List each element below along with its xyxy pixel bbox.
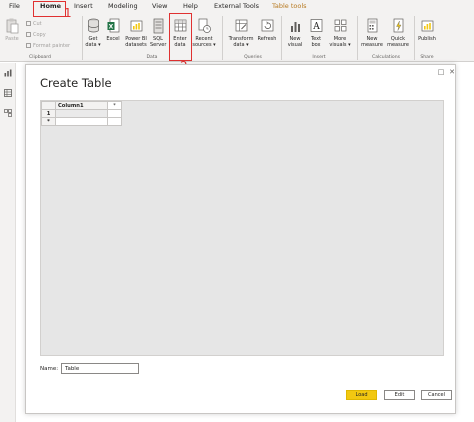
table-cell bbox=[107, 109, 122, 118]
group-label-clipboard: Clipboard bbox=[29, 55, 51, 60]
paste-button[interactable]: Paste bbox=[3, 18, 21, 42]
excel-button[interactable]: X Excel bbox=[104, 18, 122, 42]
add-column-button[interactable]: * bbox=[107, 101, 122, 110]
quick-measure-icon bbox=[393, 18, 403, 33]
menu-view[interactable]: View bbox=[152, 2, 167, 10]
create-table-dialog: □ ✕ Create Table Column1 * 1 * Name: Loa… bbox=[25, 64, 456, 414]
row-header: 1 bbox=[41, 109, 56, 118]
menu-file[interactable]: File bbox=[9, 2, 20, 10]
group-label-data: Data bbox=[146, 55, 158, 60]
add-row-button[interactable]: * bbox=[41, 117, 56, 126]
more-visuals-button[interactable]: More visuals ▾ bbox=[327, 18, 353, 48]
group-label-queries: Queries bbox=[244, 55, 262, 60]
table-corner bbox=[41, 101, 56, 110]
column-header[interactable]: Column1 bbox=[55, 101, 108, 110]
quick-measure-button[interactable]: Quick measure bbox=[386, 18, 410, 48]
model-view-icon[interactable] bbox=[4, 109, 12, 117]
group-separator bbox=[281, 16, 282, 60]
cancel-button[interactable]: Cancel bbox=[421, 390, 452, 400]
data-entry-grid: Column1 * 1 * bbox=[40, 100, 444, 356]
menu-external-tools[interactable]: External Tools bbox=[214, 2, 259, 10]
cut-icon bbox=[26, 21, 31, 26]
new-visual-button[interactable]: New visual bbox=[285, 18, 305, 48]
database-icon bbox=[87, 18, 99, 33]
format-painter-button[interactable]: Format painter bbox=[26, 43, 70, 49]
svg-text:X: X bbox=[108, 24, 113, 31]
load-button[interactable]: Load bbox=[346, 390, 377, 400]
close-button[interactable]: ✕ bbox=[447, 68, 457, 76]
publish-button[interactable]: Publish bbox=[416, 18, 438, 42]
table-cell[interactable] bbox=[55, 109, 108, 118]
copy-button[interactable]: Copy bbox=[26, 32, 46, 38]
more-visuals-icon bbox=[334, 19, 346, 32]
group-separator bbox=[222, 16, 223, 60]
new-measure-button[interactable]: New measure bbox=[360, 18, 384, 48]
get-data-button[interactable]: Get data ▾ bbox=[84, 18, 102, 48]
power-bi-datasets-icon bbox=[130, 20, 142, 32]
svg-text:A: A bbox=[312, 22, 320, 32]
group-separator bbox=[357, 16, 358, 60]
copy-icon bbox=[26, 32, 31, 37]
annotation-number-one: 1 bbox=[64, 6, 72, 20]
publish-icon bbox=[421, 20, 433, 32]
cut-button[interactable]: Cut bbox=[26, 21, 42, 27]
recent-sources-button[interactable]: Recent sources ▾ bbox=[191, 18, 217, 48]
table-cell bbox=[107, 117, 122, 126]
transform-data-button[interactable]: Transform data ▾ bbox=[226, 18, 256, 48]
group-separator bbox=[414, 16, 415, 60]
menu-modeling[interactable]: Modeling bbox=[108, 2, 138, 10]
refresh-icon bbox=[261, 19, 273, 32]
group-label-calculations: Calculations bbox=[371, 55, 401, 60]
paste-icon bbox=[6, 18, 18, 34]
group-label-insert: Insert bbox=[312, 55, 326, 60]
menu-insert[interactable]: Insert bbox=[74, 2, 93, 10]
maximize-button[interactable]: □ bbox=[436, 68, 446, 76]
annotation-box-home bbox=[33, 1, 66, 17]
group-label-share: Share bbox=[420, 55, 434, 60]
edit-button[interactable]: Edit bbox=[384, 390, 415, 400]
report-view-icon[interactable] bbox=[4, 69, 12, 77]
table-name-input[interactable] bbox=[61, 363, 139, 374]
format-painter-icon bbox=[26, 43, 31, 48]
name-label: Name: bbox=[40, 366, 59, 372]
view-rail bbox=[0, 63, 16, 422]
menu-table-tools[interactable]: Table tools bbox=[272, 2, 307, 10]
menu-help[interactable]: Help bbox=[183, 2, 198, 10]
text-box-button[interactable]: A Text box bbox=[307, 18, 325, 48]
transform-data-icon bbox=[235, 19, 247, 32]
power-bi-datasets-button[interactable]: Power BI datasets bbox=[124, 18, 148, 48]
dialog-title: Create Table bbox=[40, 76, 112, 90]
annotation-box-enter-data bbox=[169, 13, 192, 61]
data-table: Column1 * 1 * bbox=[41, 101, 122, 126]
sql-server-button[interactable]: SQL Server bbox=[150, 18, 166, 48]
recent-sources-icon bbox=[198, 18, 211, 33]
text-box-icon: A bbox=[310, 19, 322, 32]
group-separator bbox=[82, 16, 83, 60]
calculator-icon bbox=[367, 18, 377, 33]
data-view-icon[interactable] bbox=[4, 89, 12, 97]
sql-server-icon bbox=[153, 18, 163, 34]
refresh-button[interactable]: Refresh bbox=[256, 18, 278, 42]
new-visual-icon bbox=[290, 22, 300, 32]
table-cell[interactable] bbox=[55, 117, 108, 126]
excel-icon: X bbox=[107, 18, 119, 33]
